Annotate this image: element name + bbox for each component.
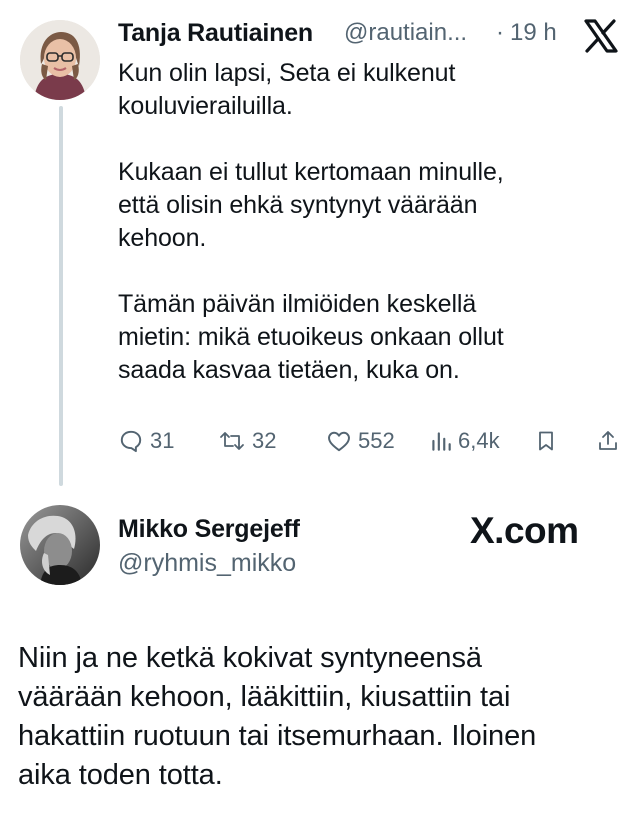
x-logo-icon[interactable] xyxy=(583,19,619,53)
reply-author-handle[interactable]: @ryhmis_mikko xyxy=(118,549,296,578)
like-count: 552 xyxy=(358,428,395,453)
x-com-brand: X.com xyxy=(470,510,579,552)
share-button[interactable] xyxy=(596,428,620,454)
tweet-author-name[interactable]: Tanja Rautiainen xyxy=(118,19,313,48)
thread-line xyxy=(59,106,63,486)
reply-text: Niin ja ne ketkä kokivat syntyneensä vää… xyxy=(18,642,537,791)
reply-count: 31 xyxy=(150,428,175,453)
tweet-time[interactable]: 19 h xyxy=(510,19,557,47)
tweet-author-handle[interactable]: @rautiain... xyxy=(344,19,467,47)
avatar-mikko[interactable] xyxy=(20,505,100,585)
bookmark-button[interactable] xyxy=(534,428,558,454)
reply-icon xyxy=(118,428,144,454)
like-button[interactable]: 552 xyxy=(326,428,395,454)
tweet-text: Kun olin lapsi, Seta ei kulkenut kouluvi… xyxy=(118,59,504,384)
brand-label: X.com xyxy=(470,510,579,551)
avatar-tanja[interactable] xyxy=(20,20,100,100)
tweet-action-bar: 31 32 552 6,4k xyxy=(118,428,628,462)
views-icon xyxy=(430,428,452,454)
bookmark-icon xyxy=(534,428,558,454)
share-icon xyxy=(596,428,620,454)
reply-author-name[interactable]: Mikko Sergejeff xyxy=(118,515,300,544)
repost-icon xyxy=(218,428,246,454)
repost-button[interactable]: 32 xyxy=(218,428,276,454)
repost-count: 32 xyxy=(252,428,277,453)
heart-icon xyxy=(326,428,352,454)
tweet-meta-separator: · xyxy=(496,19,504,46)
views-button[interactable]: 6,4k xyxy=(430,428,500,454)
views-count: 6,4k xyxy=(458,428,500,453)
reply-button[interactable]: 31 xyxy=(118,428,174,454)
